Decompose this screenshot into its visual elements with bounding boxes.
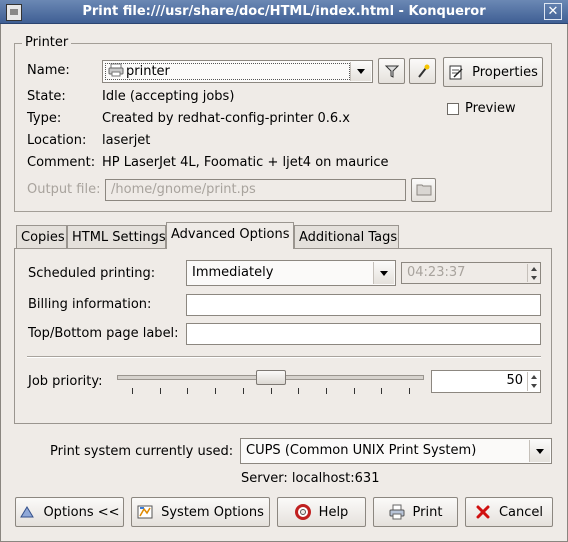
billing-info-label: Billing information: [28,297,152,312]
properties-icon [448,64,464,80]
chevron-down-icon[interactable] [350,62,371,81]
chevron-down-icon[interactable] [529,440,550,462]
slider-tick [215,388,217,394]
output-file-label: Output file: [27,182,101,197]
browse-output-button [411,178,436,202]
cancel-x-icon [475,504,491,520]
slider-tick [353,388,355,394]
printer-icon [108,63,124,77]
preview-checkbox[interactable] [447,103,459,115]
scheduled-printing-label: Scheduled printing: [28,266,156,281]
print-system-combo[interactable]: CUPS (Common UNIX Print System) [240,438,552,464]
time-spin-arrows [527,264,539,282]
wizard-wand-icon [415,63,431,79]
tab-advanced-options[interactable]: Advanced Options [166,222,294,249]
state-value: Idle (accepting jobs) [102,89,235,104]
help-button[interactable]: Help [277,497,366,527]
tab-copies[interactable]: Copies [16,225,67,249]
type-value: Created by redhat-config-printer 0.6.x [102,111,350,126]
triangle-up-icon [19,504,35,520]
scheduled-printing-value: Immediately [192,265,274,280]
slider-tick [325,388,327,394]
tab-html-settings[interactable]: HTML Settings [67,225,166,249]
print-button[interactable]: Print [373,497,458,527]
system-options-label: System Options [161,504,264,520]
lifebuoy-icon [294,504,311,520]
slider-tick [409,388,410,394]
funnel-icon [384,63,400,79]
slider-tick [298,388,300,394]
output-file-input: /home/gnome/print.ps [105,179,406,201]
top-bottom-label-label: Top/Bottom page label: [28,326,179,341]
title-bar[interactable]: Print file:///usr/share/doc/HTML/index.h… [0,0,568,24]
job-priority-value: 50 [506,373,523,388]
comment-label: Comment: [27,155,96,170]
folder-icon [416,182,432,198]
location-label: Location: [27,133,87,148]
printer-name-combo[interactable]: printer [102,60,373,83]
system-options-icon [137,504,153,520]
cancel-button[interactable]: Cancel [465,497,553,527]
window-title: Print file:///usr/share/doc/HTML/index.h… [82,4,486,19]
slider-tick [242,388,244,394]
priority-spin-arrows[interactable] [527,372,539,391]
print-label: Print [412,504,443,520]
printer-settings-button[interactable] [378,58,405,84]
separator [27,356,541,358]
close-window-button[interactable]: ✕ [544,3,562,20]
job-priority-slider-handle[interactable] [255,370,286,385]
slider-tick [132,388,133,394]
properties-button-label: Properties [472,64,538,80]
state-label: State: [27,89,66,104]
chevron-down-icon[interactable] [373,262,394,284]
system-options-button[interactable]: System Options [131,497,270,527]
add-printer-wizard-button[interactable] [409,58,436,84]
options-toggle-button[interactable]: Options << [15,497,124,527]
location-value: laserjet [102,133,151,148]
slider-tick [381,388,383,394]
printer-name-value: printer [126,64,170,79]
printer-group-legend: Printer [22,35,72,50]
name-label: Name: [27,63,70,78]
job-priority-spinbox[interactable]: 50 [431,370,541,393]
preview-label[interactable]: Preview [465,101,516,116]
billing-info-input[interactable] [186,294,541,316]
help-label: Help [318,504,349,520]
print-system-value: CUPS (Common UNIX Print System) [246,443,477,458]
print-system-label: Print system currently used: [50,444,234,459]
comment-value: HP LaserJet 4L, Foomatic + ljet4 on maur… [102,155,389,170]
properties-button[interactable]: Properties [443,57,543,87]
scheduled-time-spinbox: 04:23:37 [401,262,541,284]
job-priority-ticks [117,388,424,394]
tab-additional-tags[interactable]: Additional Tags [294,225,399,249]
printer-icon [389,504,405,520]
cancel-label: Cancel [498,504,544,520]
server-info: Server: localhost:631 [241,471,380,486]
slider-tick [159,388,161,394]
options-toggle-label: Options << [43,504,120,520]
scheduled-time-value: 04:23:37 [407,265,466,280]
top-bottom-label-input[interactable] [186,323,541,345]
job-priority-label: Job priority: [28,374,103,389]
slider-tick [187,388,189,394]
type-label: Type: [27,111,62,126]
scheduled-printing-combo[interactable]: Immediately [186,260,396,286]
slider-tick [270,388,272,394]
